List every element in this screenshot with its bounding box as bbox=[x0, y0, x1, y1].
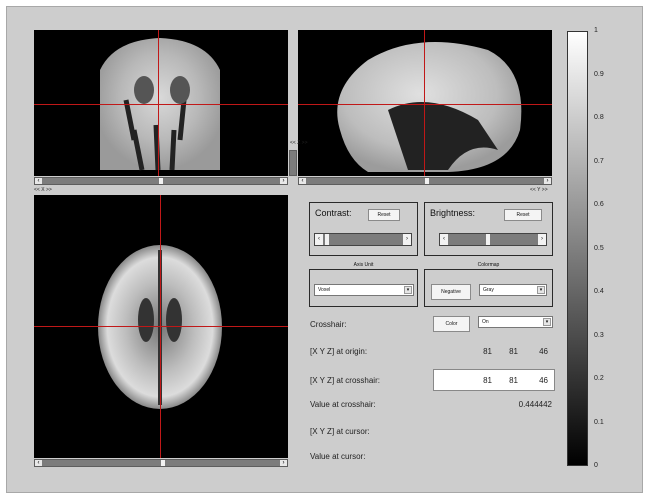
crosshair-horizontal bbox=[34, 104, 288, 105]
value-crosshair-label: Value at crosshair: bbox=[310, 400, 376, 409]
axis-unit-value: Voxel bbox=[318, 287, 331, 293]
scroll-thumb[interactable] bbox=[161, 460, 165, 466]
colorbar-tick-label: 0.8 bbox=[594, 114, 604, 121]
colorbar-tick-label: 0.1 bbox=[594, 418, 604, 426]
origin-z: 46 bbox=[539, 347, 548, 356]
z-axis-label: << Z >> bbox=[290, 140, 308, 146]
origin-y: 81 bbox=[509, 347, 518, 356]
crosshair-color-button[interactable]: Color bbox=[433, 316, 470, 332]
axis-unit-title: Axis Unit bbox=[353, 262, 374, 268]
crosshair-vertical bbox=[424, 30, 425, 176]
slider-right-icon[interactable]: › bbox=[538, 234, 546, 245]
axis-unit-dropdown[interactable]: Voxel ▾ bbox=[314, 284, 414, 296]
colorbar-tick-label: 0.7 bbox=[594, 157, 604, 165]
crosshair-coords-label: [X Y Z] at crosshair: bbox=[310, 376, 380, 385]
value-cursor-label: Value at cursor: bbox=[310, 452, 366, 461]
colorbar-tick-label: 0 bbox=[594, 462, 598, 469]
x-axis-label: << X >> bbox=[34, 187, 52, 193]
axis-unit-panel: Voxel ▾ bbox=[309, 269, 418, 307]
scroll-left-icon[interactable]: ‹ bbox=[299, 178, 306, 184]
origin-x: 81 bbox=[483, 347, 492, 356]
contrast-panel: Contrast: Reset ‹ › bbox=[309, 202, 418, 256]
sagittal-vscroll[interactable] bbox=[289, 150, 297, 176]
crosshair-horizontal bbox=[298, 104, 552, 105]
scroll-right-icon[interactable]: › bbox=[280, 178, 287, 184]
contrast-label: Contrast: bbox=[315, 208, 352, 218]
colorbar-tick-label: 0.3 bbox=[594, 331, 604, 339]
chevron-down-icon[interactable]: ▾ bbox=[404, 286, 412, 294]
slider-left-icon[interactable]: ‹ bbox=[440, 234, 448, 245]
contrast-slider[interactable]: ‹ › bbox=[314, 233, 412, 246]
crosshair-vertical bbox=[158, 30, 159, 176]
colorbar bbox=[567, 31, 588, 466]
coronal-scrollbar[interactable]: ‹ › bbox=[34, 177, 288, 185]
brightness-reset-button[interactable]: Reset bbox=[504, 209, 542, 221]
contrast-reset-button[interactable]: Reset bbox=[368, 209, 400, 221]
axial-scrollbar[interactable]: ‹ › bbox=[34, 459, 288, 467]
colorbar-tick-label: 0.6 bbox=[594, 201, 604, 208]
slider-thumb[interactable] bbox=[486, 234, 490, 245]
value-crosshair: 0.444442 bbox=[518, 400, 552, 409]
scroll-left-icon[interactable]: ‹ bbox=[35, 178, 42, 184]
scroll-right-icon[interactable]: › bbox=[544, 178, 551, 184]
crosshair-z: 46 bbox=[539, 376, 548, 385]
colorbar-tick-label: 0.9 bbox=[594, 70, 604, 78]
slider-thumb[interactable] bbox=[325, 234, 329, 245]
scroll-thumb[interactable] bbox=[425, 178, 429, 184]
sagittal-scrollbar[interactable]: ‹ › bbox=[298, 177, 552, 185]
colormap-title: Colormap bbox=[477, 262, 500, 268]
colorbar-tick-label: 0.4 bbox=[594, 288, 604, 295]
slider-left-icon[interactable]: ‹ bbox=[315, 234, 323, 245]
scroll-left-icon[interactable]: ‹ bbox=[35, 460, 42, 466]
colormap-value: Gray bbox=[483, 287, 494, 293]
chevron-down-icon[interactable]: ▾ bbox=[543, 318, 551, 326]
crosshair-horizontal bbox=[34, 326, 288, 327]
colorbar-tick-label: 0.5 bbox=[594, 244, 604, 252]
brightness-slider[interactable]: ‹ › bbox=[439, 233, 547, 246]
scroll-thumb[interactable] bbox=[159, 178, 163, 184]
negative-button[interactable]: Negative bbox=[431, 284, 471, 300]
slider-right-icon[interactable]: › bbox=[403, 234, 411, 245]
colormap-dropdown[interactable]: Gray ▾ bbox=[479, 284, 547, 296]
colormap-panel: Negative Gray ▾ bbox=[424, 269, 553, 307]
crosshair-vertical bbox=[160, 195, 161, 458]
sagittal-view[interactable] bbox=[298, 30, 552, 176]
crosshair-x: 81 bbox=[483, 376, 492, 385]
cursor-coords-label: [X Y Z] at cursor: bbox=[310, 427, 370, 436]
colorbar-tick-label: 1 bbox=[594, 27, 598, 34]
crosshair-value: On bbox=[482, 319, 489, 325]
crosshair-label: Crosshair: bbox=[310, 320, 347, 329]
axial-view[interactable] bbox=[34, 195, 288, 458]
crosshair-y: 81 bbox=[509, 376, 518, 385]
origin-label: [X Y Z] at origin: bbox=[310, 347, 368, 356]
coronal-view[interactable] bbox=[34, 30, 288, 176]
y-axis-label: << Y >> bbox=[530, 187, 548, 193]
brightness-panel: Brightness: Reset ‹ › bbox=[424, 202, 553, 256]
brightness-label: Brightness: bbox=[430, 208, 476, 218]
crosshair-dropdown[interactable]: On ▾ bbox=[478, 316, 553, 328]
chevron-down-icon[interactable]: ▾ bbox=[537, 286, 545, 294]
scroll-right-icon[interactable]: › bbox=[280, 460, 287, 466]
colorbar-tick-label: 0.2 bbox=[594, 375, 604, 382]
